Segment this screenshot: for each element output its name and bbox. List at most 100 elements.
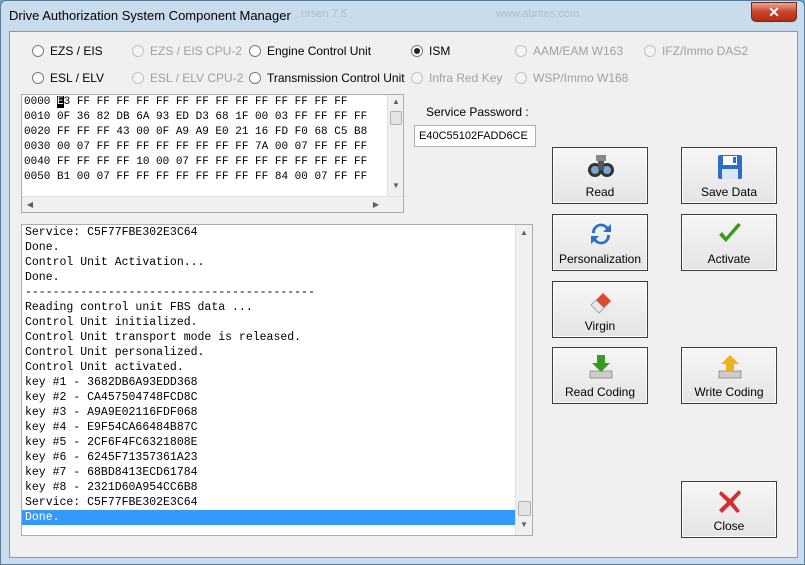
log-line: Control Unit initialized. <box>25 316 198 329</box>
hex-line: 0010 0F 36 82 DB 6A 93 ED D3 68 1F 00 03… <box>24 111 368 123</box>
radio-label: ESL / ELV <box>50 71 105 85</box>
hex-line: 0030 00 07 FF FF FF FF FF FF FF FF 7A 00… <box>24 141 368 153</box>
scroll-thumb[interactable] <box>518 501 531 516</box>
radio-dot <box>32 72 44 84</box>
close-button-label: Close <box>713 519 745 533</box>
personalization-button[interactable]: Personalization <box>552 214 648 271</box>
scroll-up-arrow-icon[interactable]: ▲ <box>388 97 403 106</box>
radio-label: EZS / EIS CPU-2 <box>150 44 243 58</box>
title-watermark: ursen 7.5 <box>301 8 347 20</box>
hex-address: 0000 <box>24 96 58 108</box>
radio-label: Transmission Control Unit <box>267 71 405 85</box>
log-line: Done. <box>25 241 60 254</box>
hex-line: 0020 FF FF FF 43 00 0F A9 A9 E0 21 16 FD… <box>24 126 368 138</box>
title-bar: Drive Authorization System Component Man… <box>1 1 804 31</box>
scroll-down-arrow-icon[interactable]: ▼ <box>388 181 403 190</box>
radio-dot <box>411 72 423 84</box>
scroll-down-arrow-icon[interactable]: ▼ <box>516 520 532 529</box>
radio-label: Engine Control Unit <box>267 44 372 58</box>
read-coding-button-label: Read Coding <box>564 385 636 399</box>
scroll-up-arrow-icon[interactable]: ▲ <box>516 228 532 237</box>
log-line: ----------------------------------------… <box>25 286 315 299</box>
radio-label: ISM <box>429 44 451 58</box>
activate-button-label: Activate <box>707 252 751 266</box>
radio-ezs-eis-cpu2[interactable]: EZS / EIS CPU-2 <box>132 43 242 59</box>
radio-dot <box>32 45 44 57</box>
log-line: Control Unit transport mode is released. <box>25 331 302 344</box>
hex-horizontal-scrollbar[interactable]: ◀ ▶ <box>22 196 403 212</box>
radio-ezs-eis[interactable]: EZS / EIS <box>32 43 103 59</box>
hex-bytes: 3 FF FF FF FF FF FF FF FF FF FF FF FF FF… <box>63 96 348 108</box>
radio-dot <box>515 45 527 57</box>
log-line: Control Unit personalized. <box>25 346 205 359</box>
activate-button[interactable]: Activate <box>681 214 777 271</box>
scroll-thumb[interactable] <box>390 111 402 125</box>
radio-label: EZS / EIS <box>50 44 103 58</box>
binoculars-icon <box>588 155 614 177</box>
write-coding-button-label: Write Coding <box>694 385 764 399</box>
save-data-button-label: Save Data <box>700 185 758 199</box>
radio-ism[interactable]: ISM <box>411 43 450 59</box>
radio-label: ESL / ELV CPU-2 <box>150 71 244 85</box>
eraser-icon <box>590 293 611 314</box>
radio-wsp-immo-w168[interactable]: WSP/Immo W168 <box>515 70 628 86</box>
hex-editor[interactable]: 0000 E3 FF FF FF FF FF FF FF FF FF FF FF… <box>21 94 404 213</box>
read-button[interactable]: Read <box>552 147 648 204</box>
log-line: Service: C5F77FBE302E3C64 <box>25 496 198 509</box>
refresh-arrows-icon <box>591 223 611 245</box>
log-line: Control Unit Activation... <box>25 256 205 269</box>
radio-label: WSP/Immo W168 <box>533 71 629 85</box>
upload-arrow-icon <box>718 355 742 379</box>
scroll-right-arrow-icon[interactable]: ▶ <box>368 200 384 209</box>
radio-dot <box>132 45 144 57</box>
radio-engine-control-unit[interactable]: Engine Control Unit <box>249 43 371 59</box>
log-line: Control Unit activated. <box>25 361 184 374</box>
hex-line: 0050 B1 00 07 FF FF FF FF FF FF FF FF 84… <box>24 171 368 183</box>
log-line: key #2 - CA457504748FCD8C <box>25 391 198 404</box>
close-button[interactable]: Close <box>681 481 777 538</box>
personalization-button-label: Personalization <box>558 252 642 266</box>
log-line-selected[interactable]: Done. <box>22 510 517 525</box>
radio-label: AAM/EAM W163 <box>533 44 624 58</box>
log-line: key #7 - 68BD8413ECD61784 <box>25 466 198 479</box>
main-panel: EZS / EIS EZS / EIS CPU-2 Engine Control… <box>9 31 798 558</box>
write-coding-button[interactable]: Write Coding <box>681 347 777 404</box>
log-line: Done. <box>25 271 60 284</box>
radio-infra-red-key[interactable]: Infra Red Key <box>411 70 502 86</box>
log-output[interactable]: Service: C5F77FBE302E3C64 Done. Control … <box>21 224 533 536</box>
radio-transmission-control-unit[interactable]: Transmission Control Unit <box>249 70 405 86</box>
radio-dot <box>249 72 261 84</box>
hex-cursor: E <box>57 96 64 108</box>
floppy-disk-icon <box>718 155 742 179</box>
log-line: key #4 - E9F54CA66484B87C <box>25 421 198 434</box>
read-button-label: Read <box>585 185 615 199</box>
hex-line: 0000 E3 FF FF FF FF FF FF FF FF FF FF FF… <box>22 95 403 110</box>
radio-esl-elv[interactable]: ESL / ELV <box>32 70 104 86</box>
radio-label: Infra Red Key <box>429 71 503 85</box>
log-line: key #5 - 2CF6F4FC6321808E <box>25 436 198 449</box>
hex-vertical-scrollbar[interactable]: ▲ ▼ <box>387 95 403 196</box>
window-close-button[interactable]: ✕ <box>751 2 797 22</box>
radio-ifz-immo-das2[interactable]: IFZ/Immo DAS2 <box>644 43 748 59</box>
log-vertical-scrollbar[interactable]: ▲ ▼ <box>515 225 532 535</box>
log-line: key #1 - 3682DB6A93EDD368 <box>25 376 198 389</box>
save-data-button[interactable]: Save Data <box>681 147 777 204</box>
hex-line: 0040 FF FF FF FF 10 00 07 FF FF FF FF FF… <box>24 156 368 168</box>
title-watermark-url: www.abrites.com <box>496 8 580 20</box>
virgin-button[interactable]: Virgin <box>552 281 648 338</box>
scroll-left-arrow-icon[interactable]: ◀ <box>22 200 38 209</box>
radio-esl-elv-cpu2[interactable]: ESL / ELV CPU-2 <box>132 70 243 86</box>
service-password-label: Service Password : <box>426 105 529 119</box>
log-line: key #6 - 6245F71357361A23 <box>25 451 198 464</box>
radio-dot <box>132 72 144 84</box>
log-line: Service: C5F77FBE302E3C64 <box>25 226 198 239</box>
virgin-button-label: Virgin <box>584 319 616 333</box>
radio-dot-selected <box>411 45 423 57</box>
service-password-field[interactable]: E40C55102FADD6CE <box>414 125 536 147</box>
radio-dot <box>644 45 656 57</box>
red-x-icon <box>719 490 741 513</box>
log-line: key #8 - 2321D60A954CC6B8 <box>25 481 198 494</box>
radio-aam-eam-w163[interactable]: AAM/EAM W163 <box>515 43 623 59</box>
read-coding-button[interactable]: Read Coding <box>552 347 648 404</box>
download-arrow-icon <box>589 355 613 379</box>
